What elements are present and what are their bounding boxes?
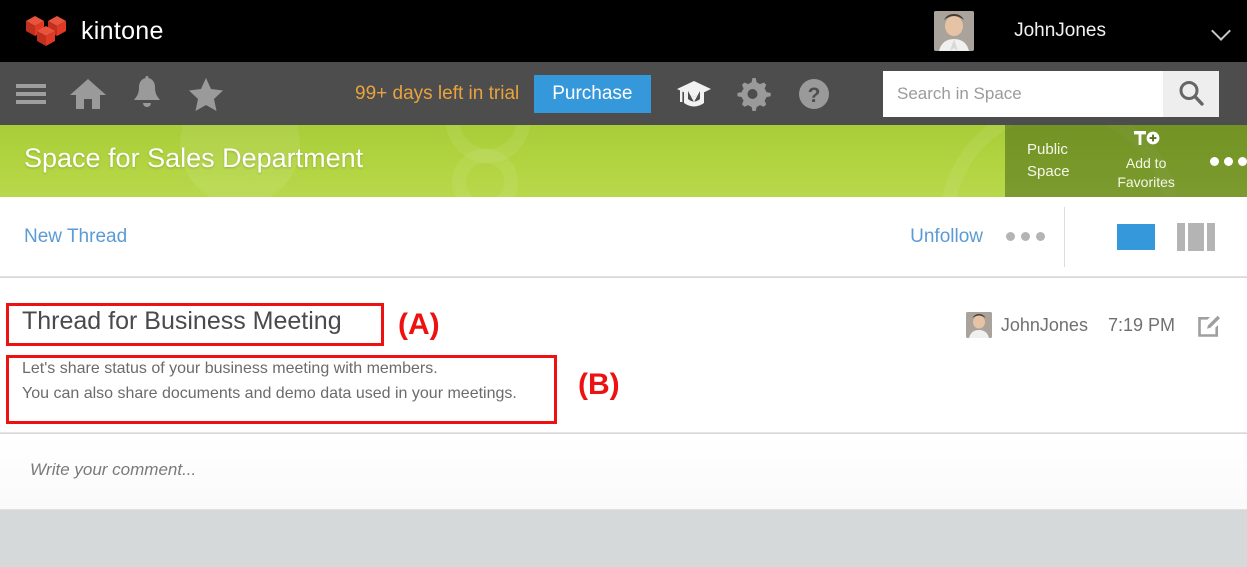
home-icon[interactable] — [63, 71, 113, 117]
column-bar — [1177, 223, 1185, 251]
comment-composer[interactable]: Write your comment... — [0, 434, 1247, 510]
search-button[interactable] — [1163, 71, 1219, 117]
ellipsis-icon — [1036, 232, 1045, 241]
thread-item: Thread for Business Meeting JohnJones 7:… — [0, 278, 1247, 433]
kintone-space-page: kintone JohnJones 99+ days left in trial… — [0, 0, 1247, 567]
thread-body-line: Let's share status of your business meet… — [22, 360, 438, 377]
space-visibility-label: Public Space — [1027, 141, 1070, 180]
single-column-view-icon[interactable] — [1117, 224, 1155, 250]
ellipsis-icon — [1238, 156, 1247, 166]
unfollow-button[interactable]: Unfollow — [910, 226, 983, 248]
kintone-cube-logo-icon — [24, 14, 68, 48]
page-title: Space for Sales Department — [24, 143, 364, 173]
ellipsis-icon — [1006, 232, 1015, 241]
thread-author: JohnJones — [1000, 314, 1088, 335]
thread-toolbar: New Thread Unfollow — [0, 197, 1247, 277]
avatar — [965, 312, 992, 338]
ellipsis-icon — [1224, 156, 1233, 166]
purchase-button[interactable]: Purchase — [534, 74, 651, 113]
add-to-favorites-button[interactable]: Add to Favorites — [1102, 130, 1190, 192]
ellipsis-icon — [1021, 232, 1030, 241]
brand-logo[interactable]: kintone — [24, 14, 164, 48]
global-nav-bar: 99+ days left in trial Purchase ? — [0, 62, 1247, 125]
add-to-favorites-label: Add to Favorites — [1117, 155, 1175, 190]
column-bar — [1188, 223, 1204, 251]
star-icon[interactable] — [183, 71, 229, 117]
toolbar-divider — [1064, 207, 1065, 267]
page-background — [0, 510, 1247, 567]
thread-body-line: You can also share documents and demo da… — [22, 385, 517, 402]
thread-title[interactable]: Thread for Business Meeting — [22, 307, 342, 336]
thread-meta: JohnJones 7:19 PM — [965, 312, 1223, 338]
magnifier-icon — [1176, 78, 1206, 111]
hamburger-menu-icon[interactable] — [8, 71, 54, 117]
space-search — [883, 71, 1219, 117]
avatar — [934, 11, 975, 51]
new-thread-button[interactable]: New Thread — [24, 226, 127, 248]
brand-name: kintone — [81, 16, 164, 45]
user-name-label: JohnJones — [1014, 20, 1106, 41]
space-actions: Public Space Add to Favorites — [1005, 125, 1247, 197]
column-bar — [1207, 223, 1215, 251]
space-header-banner: Space for Sales Department Public Space — [0, 125, 1247, 197]
thread-timestamp: 7:19 PM — [1107, 314, 1175, 335]
thread-body-text: Let's share status of your business meet… — [22, 356, 517, 406]
question-mark-circle-icon[interactable]: ? — [791, 71, 837, 117]
thread-more-options-button[interactable] — [1006, 232, 1045, 241]
pin-add-icon — [1102, 130, 1190, 152]
space-more-options-button[interactable] — [1210, 156, 1247, 166]
comment-placeholder: Write your comment... — [30, 460, 197, 479]
bell-icon[interactable] — [125, 71, 169, 117]
trial-days-label: 99+ days left in trial — [355, 82, 520, 104]
gear-icon[interactable] — [731, 71, 777, 117]
graduation-cap-icon[interactable] — [671, 71, 717, 117]
user-menu[interactable]: JohnJones — [934, 0, 1247, 62]
multi-column-view-icon[interactable] — [1177, 223, 1219, 251]
top-header-bar: kintone JohnJones — [0, 0, 1247, 62]
edit-pencil-icon[interactable] — [1197, 312, 1223, 338]
ellipsis-icon — [1210, 156, 1219, 166]
svg-text:?: ? — [807, 84, 820, 107]
search-input[interactable] — [883, 71, 1163, 117]
chevron-down-icon[interactable] — [1211, 20, 1233, 42]
